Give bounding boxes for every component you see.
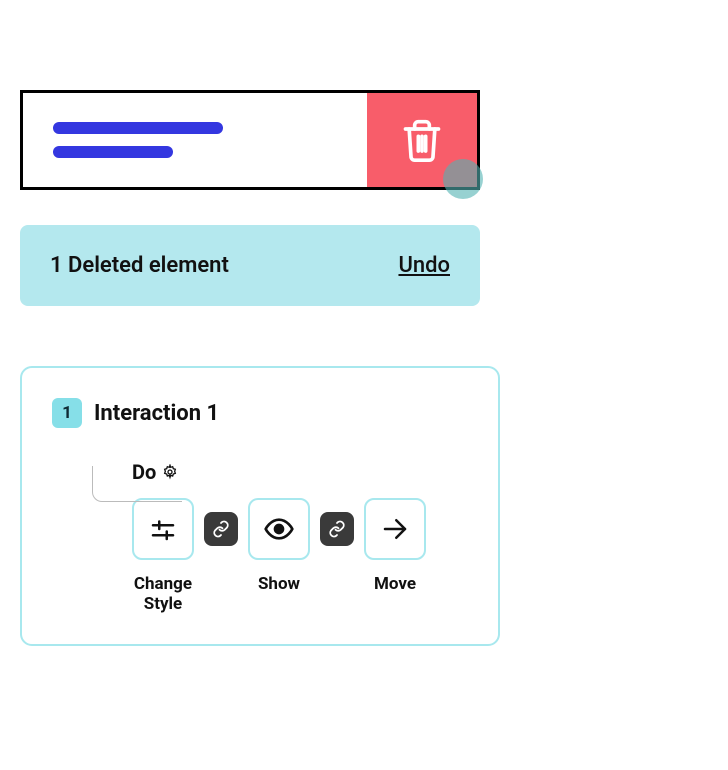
cursor-indicator [443,159,483,199]
interaction-badge: 1 [52,398,82,428]
interaction-header: 1 Interaction 1 [52,398,468,428]
sliders-icon [148,514,178,544]
action-label: Change Style [132,574,194,614]
do-row: Do [132,460,468,484]
eye-icon [263,513,295,545]
arrow-right-icon [380,514,410,544]
link-icon [212,520,230,538]
toast-message: 1 Deleted element [50,253,229,278]
link-chip[interactable] [204,512,238,546]
element-row [20,90,480,190]
link-icon [328,520,346,538]
placeholder-line [53,122,223,134]
placeholder-line [53,146,173,158]
undo-toast: 1 Deleted element Undo [20,225,480,306]
undo-link[interactable]: Undo [398,253,450,278]
action-label: Show [248,574,310,594]
interaction-title: Interaction 1 [94,401,219,426]
actions-row [132,498,468,560]
element-content [23,93,367,187]
connector-line [92,466,182,502]
link-chip[interactable] [320,512,354,546]
action-label: Move [364,574,426,594]
trash-icon [400,116,444,164]
interaction-body: Do [52,460,468,614]
action-show[interactable] [248,498,310,560]
action-move[interactable] [364,498,426,560]
interaction-panel: 1 Interaction 1 Do [20,366,500,646]
action-labels: Change Style Show Move [132,574,468,614]
action-change-style[interactable] [132,498,194,560]
